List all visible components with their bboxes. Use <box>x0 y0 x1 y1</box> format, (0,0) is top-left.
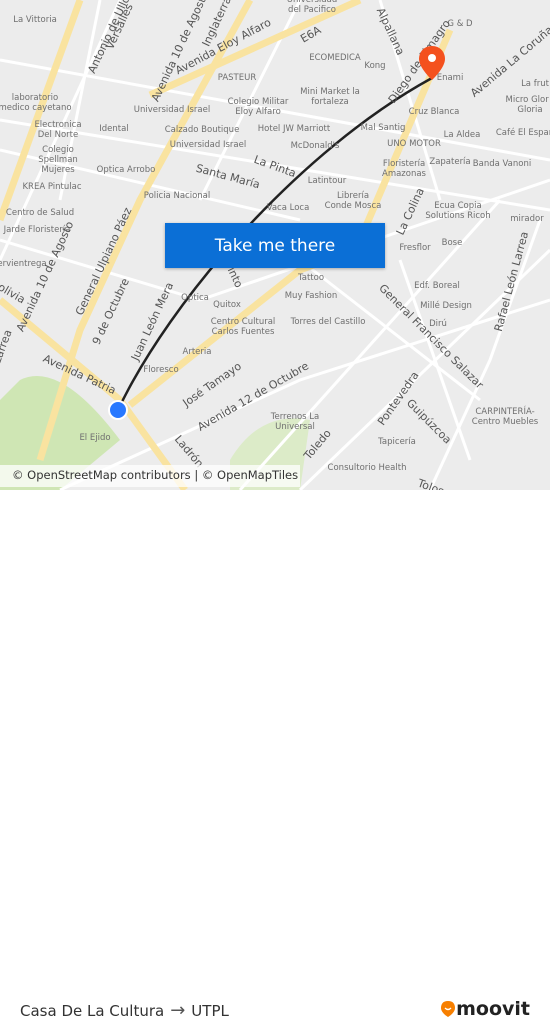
place-label: Millé Design <box>420 301 472 311</box>
place-label: Terrenos La Universal <box>270 412 320 432</box>
place-label: Policia Nacional <box>143 191 211 201</box>
place-label: Arteria <box>182 347 212 357</box>
brand-name: moovit <box>456 998 530 1020</box>
place-label: Tattoo <box>297 273 325 283</box>
moovit-pin-icon <box>441 1001 456 1017</box>
place-label: La Aldea <box>443 130 481 140</box>
place-label: CARPINTERÍA- Centro Muebles <box>471 407 539 427</box>
place-label: Floresco <box>143 365 179 375</box>
place-label: Universidad del Pacifico <box>286 0 338 15</box>
place-label: Optica <box>181 293 209 303</box>
place-label: Tapicería <box>378 437 416 447</box>
place-label: La Vittoria <box>13 15 57 25</box>
place-label: Torres del Castillo <box>290 317 366 327</box>
take-me-there-button[interactable]: Take me there <box>165 223 385 268</box>
place-label: Zapatería <box>429 157 471 167</box>
place-label: Optica Arrobo <box>96 165 156 175</box>
place-label: Consultorio Health <box>327 463 407 473</box>
place-label: Kong <box>364 61 386 71</box>
place-label: Mal Santig <box>360 123 406 133</box>
place-label: Latintour <box>307 176 347 186</box>
moovit-logo: moovit <box>440 998 530 1020</box>
place-label: Colegio Militar Eloy Alfaro <box>227 97 289 117</box>
place-label: El Ejido <box>79 433 111 443</box>
place-label: Bose <box>441 238 463 248</box>
map[interactable]: La Vittoria Universidad del Pacifico G &… <box>0 0 550 490</box>
place-label: Calzado Boutique <box>164 125 240 135</box>
place-label: Muy Fashion <box>284 291 338 301</box>
place-label: Quitox <box>213 300 241 310</box>
destination-name: UTPL <box>191 1001 229 1020</box>
place-label: PASTEUR <box>217 73 257 83</box>
place-label: Universidad Israel <box>169 140 247 150</box>
place-label: Edf. Boreal <box>414 281 460 291</box>
place-label: UNO MOTOR <box>387 139 441 149</box>
origin-marker[interactable] <box>108 400 128 420</box>
map-attribution[interactable]: © OpenStreetMap contributors | © OpenMap… <box>0 465 300 487</box>
place-label: Vaca Loca <box>266 203 310 213</box>
place-label: Ecua Copia Solutions Ricoh <box>425 201 491 221</box>
place-label: La frut <box>521 79 549 89</box>
place-label: Mini Market la fortaleza <box>300 87 360 107</box>
place-label: Hotel JW Marriott <box>257 124 331 134</box>
place-label: McDonald's <box>290 141 340 151</box>
place-label: Fresflor <box>399 243 431 253</box>
place-label: KREA Pintulac <box>22 182 82 192</box>
place-label: Colegio Spellman Mujeres <box>38 145 78 175</box>
place-label: Micro Glor - Gloria <box>505 95 550 115</box>
place-label: Café El Españ <box>495 128 550 138</box>
place-label: Electronica Del Norte <box>34 120 82 140</box>
place-label: Centro Cultural Carlos Fuentes <box>210 317 276 337</box>
place-label: mirador <box>510 214 544 224</box>
place-label: Cruz Blanca <box>408 107 460 117</box>
route-summary: Casa De La Cultura → UTPL <box>20 1000 229 1021</box>
destination-pin-icon[interactable] <box>418 45 446 81</box>
place-label: Centro de Salud <box>5 208 75 218</box>
place-label: Idental <box>99 124 129 134</box>
arrow-right-icon: → <box>170 1000 186 1021</box>
place-label: ervientrega <box>0 259 47 269</box>
footer: Casa De La Cultura → UTPL moovit <box>0 490 550 1021</box>
place-label: Librería Conde Mosca <box>324 191 382 211</box>
origin-name: Casa De La Cultura <box>20 1001 165 1020</box>
place-label: ECOMEDICA <box>309 53 361 63</box>
place-label: laboratorio medico cayetano <box>0 93 72 113</box>
place-label: Banda Vanoni <box>472 159 532 169</box>
place-label: Universidad Israel <box>133 105 211 115</box>
place-label: Floristería Amazonas <box>382 159 426 179</box>
